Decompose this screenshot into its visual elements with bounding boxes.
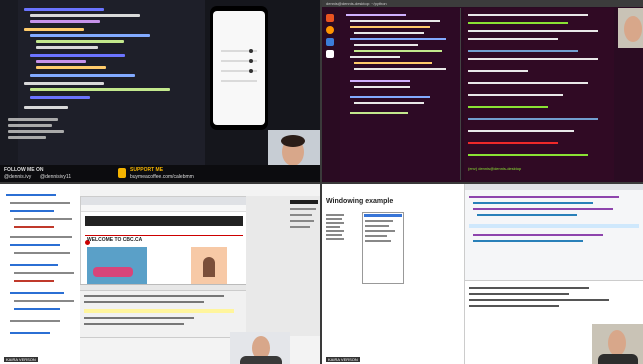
panel-top-left: FOLLOW ME ON @dennis.ivy @dennisivy11 SU… xyxy=(0,0,320,182)
code-editor[interactable] xyxy=(0,184,80,364)
stream-footer: FOLLOW ME ON @dennis.ivy @dennisivy11 SU… xyxy=(0,165,320,182)
ad-banner xyxy=(85,216,243,226)
app-icon[interactable] xyxy=(326,26,334,34)
phone-screen xyxy=(213,11,265,125)
code-line xyxy=(8,118,58,121)
code-line xyxy=(24,106,68,109)
code-line xyxy=(30,14,140,17)
code-line xyxy=(36,46,98,49)
menu-header xyxy=(290,200,318,204)
panel-bottom-right: Windowing example KAIRA VERSON xyxy=(322,184,643,364)
app-dock xyxy=(326,12,338,76)
webcam-bottom-right xyxy=(592,324,643,364)
left-list[interactable] xyxy=(326,212,348,282)
support-url: buymeacoffee.com/calebmm xyxy=(130,174,194,180)
editor-pane[interactable] xyxy=(340,8,461,180)
code-line xyxy=(30,20,100,23)
person-hair xyxy=(281,135,305,147)
page-heading: WELCOME TO CBC.CA xyxy=(87,237,143,243)
dropdown-list[interactable] xyxy=(362,212,404,284)
terminal-window[interactable]: dennis@dennis-desktop: ~/python (env) de… xyxy=(322,0,643,182)
social-handle: @dennis.ivy xyxy=(4,174,32,180)
panel-top-right: dennis@dennis-desktop: ~/python (env) de… xyxy=(322,0,643,182)
webcam-top-left xyxy=(268,130,320,170)
window-title: Windowing example xyxy=(326,198,394,205)
webcam-top-right xyxy=(618,8,643,48)
code-line xyxy=(30,74,135,77)
side-panel xyxy=(246,196,320,336)
panel-bottom-left: WELCOME TO CBC.CA KAIRA VERSON xyxy=(0,184,320,364)
devtools-tabs[interactable] xyxy=(80,285,246,291)
coffee-icon xyxy=(118,168,126,178)
support-title: SUPPORT ME xyxy=(130,167,164,173)
footer-label: KAIRA VERSON xyxy=(4,357,38,362)
code-line xyxy=(24,82,104,85)
app-icon[interactable] xyxy=(326,38,334,46)
code-editor[interactable] xyxy=(0,0,205,165)
window-titlebar: dennis@dennis-desktop: ~/python xyxy=(322,0,643,7)
line-gutter xyxy=(0,0,18,165)
webcam-bottom-left xyxy=(230,332,290,364)
promo-image xyxy=(191,247,227,285)
terminal-prompt: (env) dennis@dennis-desktop xyxy=(468,166,522,171)
app-icon[interactable] xyxy=(326,14,334,22)
code-line xyxy=(30,88,170,91)
window-title: dennis@dennis-desktop: ~/python xyxy=(326,1,387,6)
code-line xyxy=(24,8,104,11)
app-icon[interactable] xyxy=(326,50,334,58)
phone-app-drawing xyxy=(221,49,257,82)
footer-label: KAIRA VERSON xyxy=(326,357,360,362)
browser-tabbar xyxy=(81,197,247,205)
video-grid: FOLLOW ME ON @dennis.ivy @dennisivy11 SU… xyxy=(0,0,643,364)
address-bar[interactable] xyxy=(81,205,247,212)
code-line xyxy=(36,40,124,43)
code-line xyxy=(30,54,125,57)
code-line xyxy=(30,96,90,99)
devtools-panel[interactable] xyxy=(80,284,246,337)
app-window[interactable]: Windowing example KAIRA VERSON xyxy=(322,184,643,364)
code-line xyxy=(36,66,106,69)
code-line xyxy=(24,28,84,31)
social-handle: @dennisivy11 xyxy=(40,174,72,180)
code-line xyxy=(8,130,64,133)
window-pane: Windowing example xyxy=(322,194,462,364)
terminal-pane[interactable]: (env) dennis@dennis-desktop xyxy=(464,8,614,180)
site-nav[interactable] xyxy=(85,230,243,245)
devtools-tabs[interactable] xyxy=(465,184,643,190)
code-line xyxy=(30,34,150,37)
phone-simulator[interactable] xyxy=(210,6,268,130)
code-line xyxy=(8,136,46,139)
grid-divider-horizontal xyxy=(0,182,643,184)
hero-image xyxy=(87,247,147,285)
code-line xyxy=(36,60,86,63)
follow-label: FOLLOW ME ON xyxy=(4,167,44,173)
code-line xyxy=(8,124,52,127)
